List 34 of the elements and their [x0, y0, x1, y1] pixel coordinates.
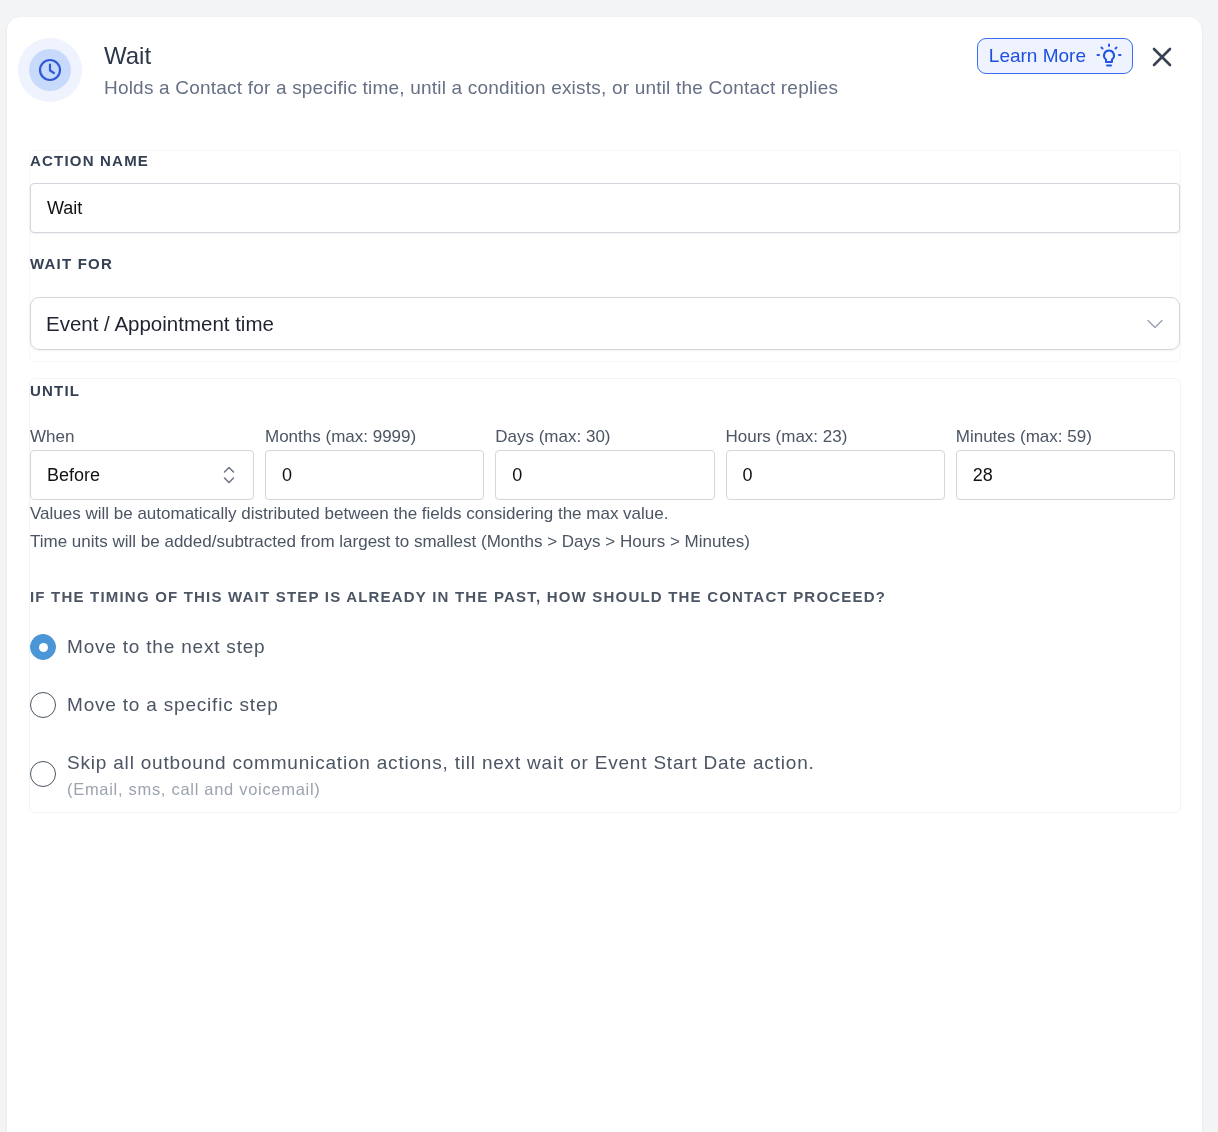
learn-more-button[interactable]: Learn More — [976, 38, 1133, 74]
number-input[interactable]: 0 — [495, 450, 715, 500]
up-down-chevron-icon — [223, 466, 235, 484]
radio-button[interactable] — [30, 634, 56, 660]
clock-icon — [18, 38, 82, 102]
radio-button[interactable] — [30, 761, 56, 787]
close-button[interactable] — [1152, 47, 1172, 67]
close-icon — [1152, 47, 1172, 67]
section-label: UNTIL — [30, 381, 82, 401]
radio-button[interactable] — [30, 692, 56, 718]
chevron-down-icon — [1147, 318, 1163, 329]
option-label[interactable]: Skip all outbound communication actions, till next wait or Event Start Date action. — [67, 748, 815, 778]
option-label[interactable]: Move to a specific step — [67, 690, 279, 720]
number-input[interactable]: 0 — [265, 450, 485, 500]
number-input[interactable]: 28 — [955, 450, 1175, 500]
help-text: Time units will be added/subtracted from largest to smallest (Months > Days > Hours > Minutes) — [30, 531, 751, 553]
field-label: Minutes (max: 59) — [955, 427, 1093, 447]
field-label: When — [30, 427, 76, 447]
field-label: WAIT FOR — [30, 254, 114, 274]
panel-subtitle: Holds a Contact for a specific time, until a condition exists, or until the Contact replies — [104, 76, 840, 100]
select-field[interactable]: Before — [30, 450, 254, 500]
help-text: Values will be automatically distributed between the fields considering the max value. — [30, 503, 670, 525]
field-label: ACTION NAME — [30, 151, 151, 171]
question-label: IF THE TIMING OF THIS WAIT STEP IS ALREADY IN THE PAST, HOW SHOULD THE CONTACT PROCEED? — [30, 587, 888, 607]
text-input[interactable]: Wait — [30, 183, 1180, 233]
field-label: Days (max: 30) — [495, 427, 612, 447]
number-input[interactable]: 0 — [725, 450, 945, 500]
dropdown-field[interactable]: Event / Appointment time — [30, 297, 1180, 350]
field-label: Hours (max: 23) — [725, 427, 849, 447]
option-label[interactable]: Move to the next step — [67, 632, 266, 662]
lightbulb-icon — [1096, 43, 1122, 69]
panel-title: Wait — [104, 42, 153, 70]
option-note: (Email, sms, call and voicemail) — [67, 779, 322, 800]
field-label: Months (max: 9999) — [265, 427, 418, 447]
